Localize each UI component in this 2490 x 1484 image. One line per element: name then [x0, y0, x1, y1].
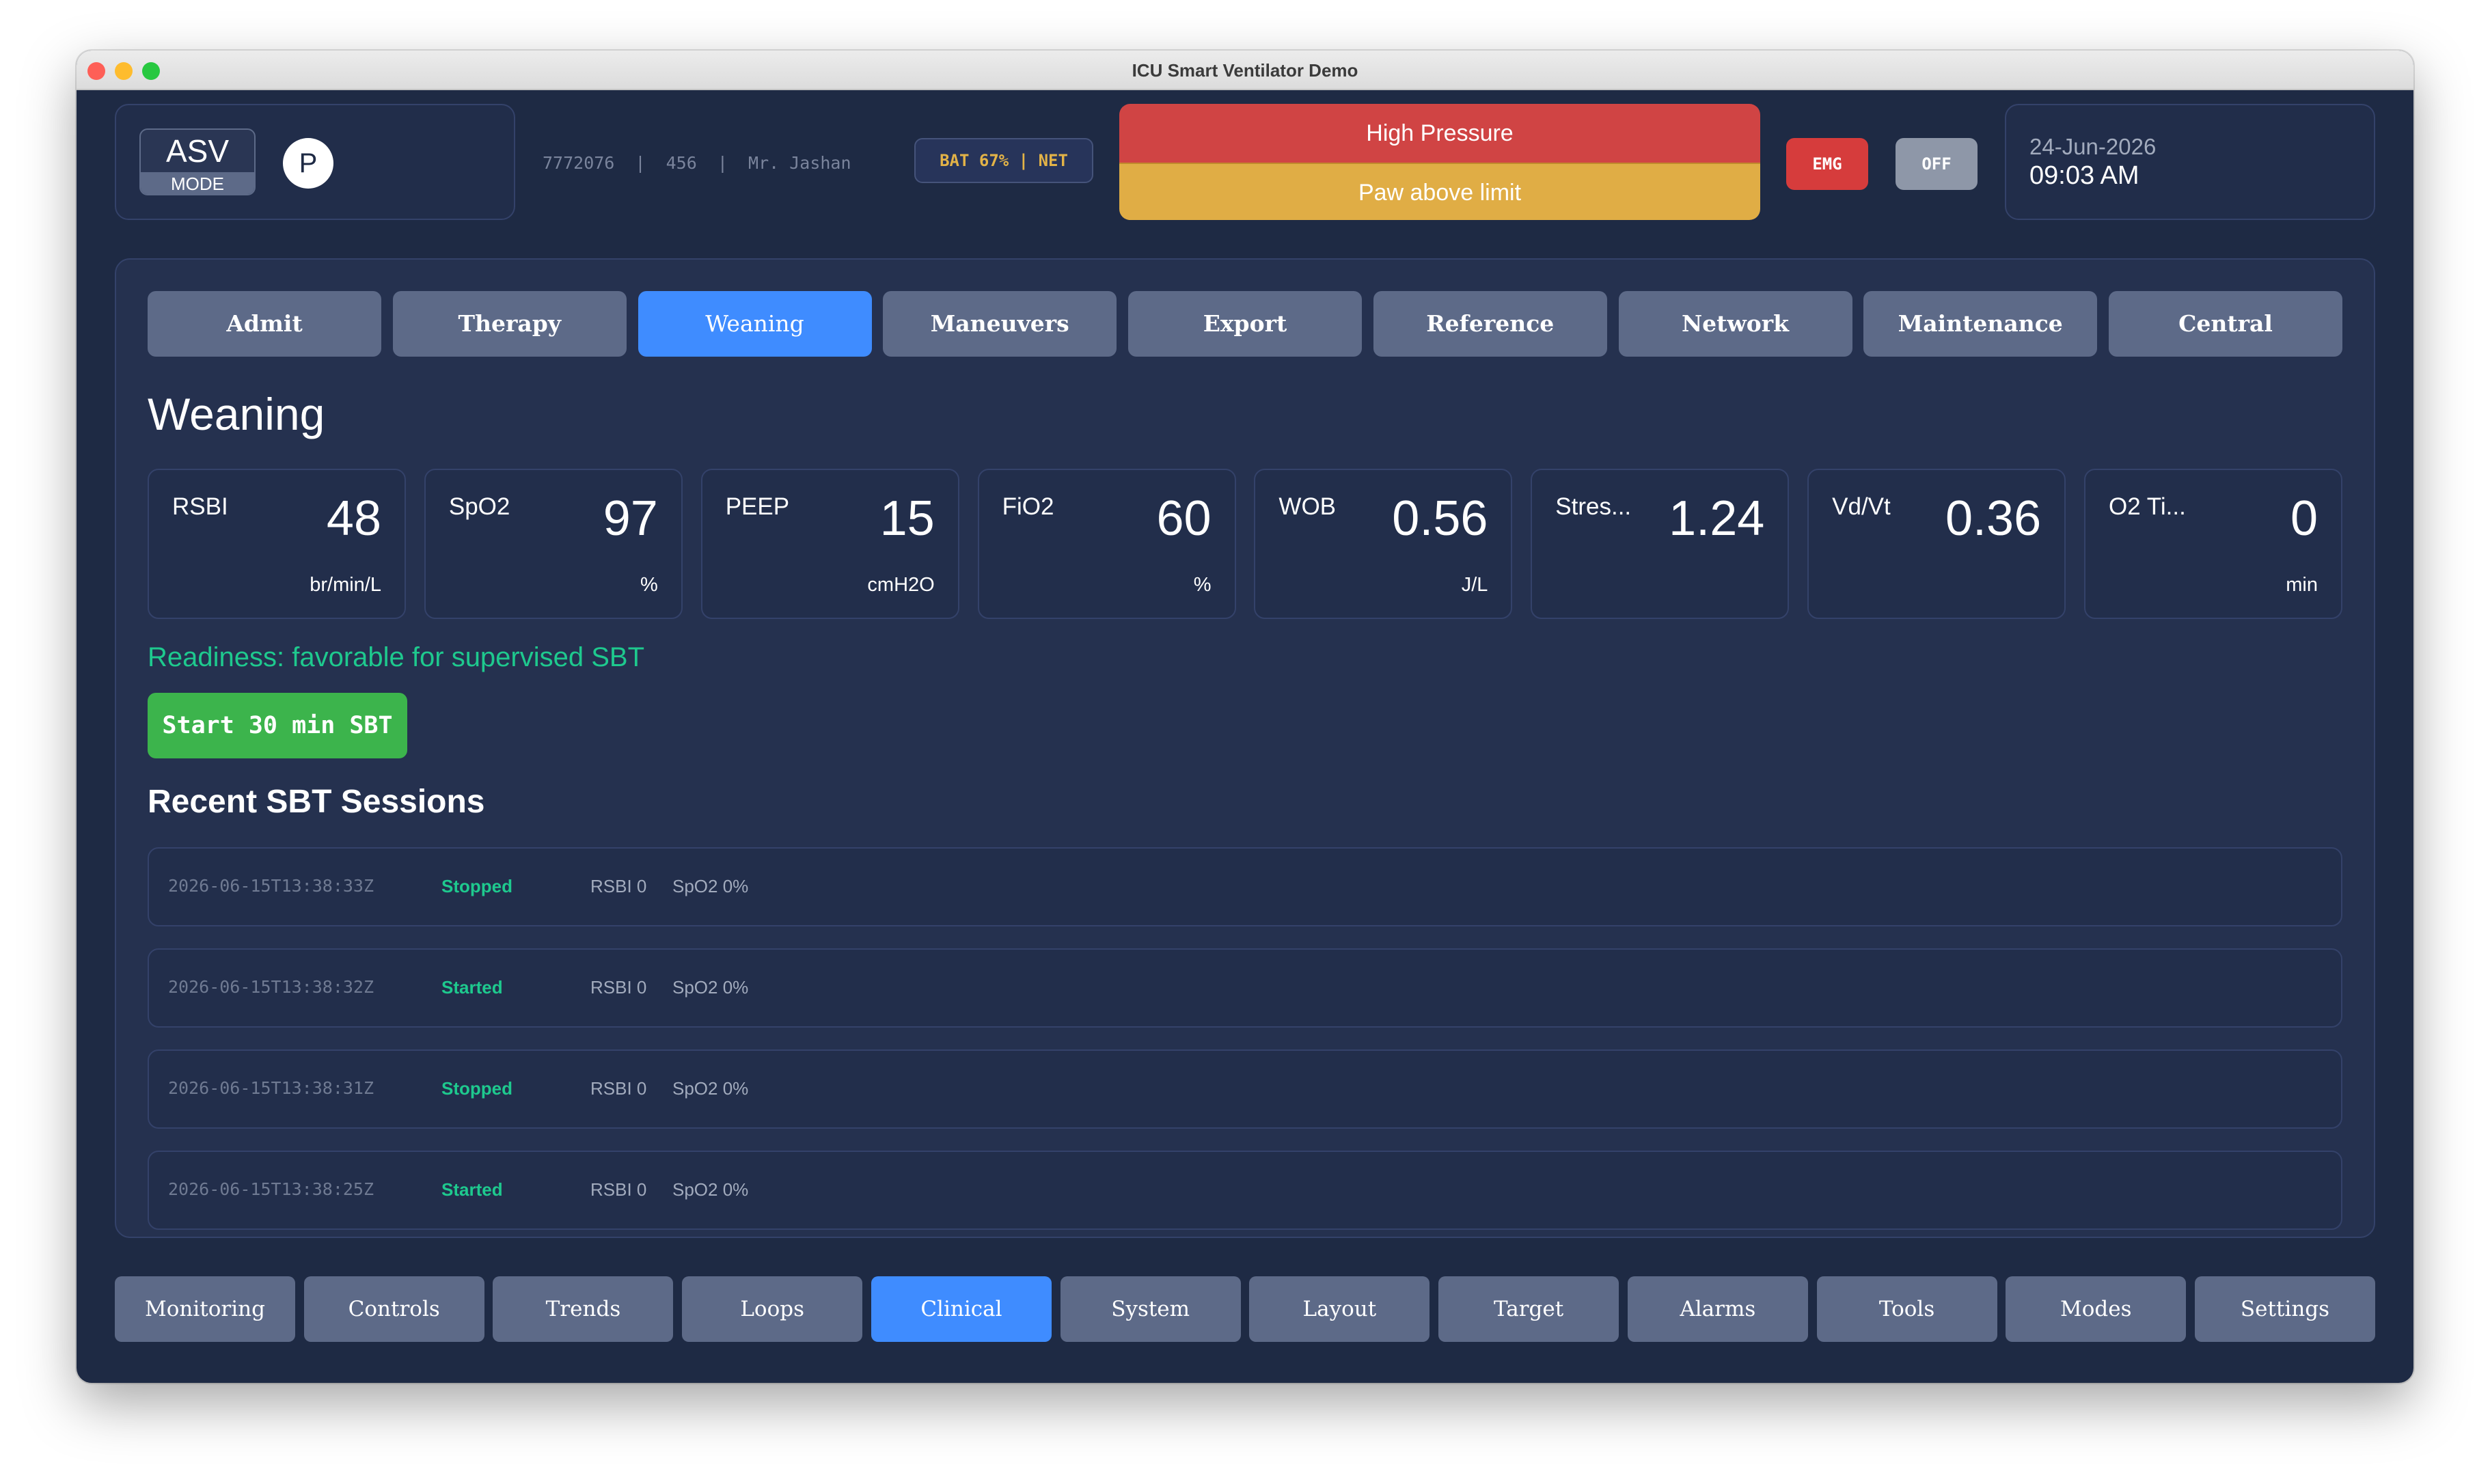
metric-name: SpO2	[448, 493, 510, 520]
tab-network[interactable]: Network	[1618, 291, 1852, 357]
nav-modes[interactable]: Modes	[2006, 1276, 2187, 1342]
session-status: Stopped	[441, 1078, 512, 1099]
session-rsbi: RSBI 0	[590, 977, 647, 998]
metric-name: O2 Ti...	[2109, 493, 2186, 520]
metric-card-vd-vt: Vd/Vt 0.36	[1807, 469, 2066, 619]
session-spo2: SpO2 0%	[672, 1078, 749, 1099]
metric-name: WOB	[1278, 493, 1337, 520]
nav-settings[interactable]: Settings	[2195, 1276, 2375, 1342]
metric-card-rsbi: RSBI 48 br/min/L	[148, 469, 406, 619]
session-status: Started	[441, 1179, 503, 1200]
battery-network-status: BAT 67% | NET	[914, 138, 1093, 183]
session-timestamp: 2026-06-15T13:38:25Z	[168, 1179, 374, 1199]
session-row[interactable]: 2026-06-15T13:38:25Z Started RSBI 0 SpO2…	[148, 1151, 2342, 1230]
nav-alarms[interactable]: Alarms	[1627, 1276, 1808, 1342]
nav-target[interactable]: Target	[1438, 1276, 1619, 1342]
mode-label: MODE	[141, 172, 254, 194]
nav-layout[interactable]: Layout	[1249, 1276, 1430, 1342]
session-row[interactable]: 2026-06-15T13:38:33Z Stopped RSBI 0 SpO2…	[148, 847, 2342, 926]
datetime-panel: 24-Jun-2026 09:03 AM	[2005, 104, 2375, 220]
metric-unit: %	[640, 574, 658, 596]
app-content: ASV MODE P 7772076 | 456 | Mr. Jashan BA…	[77, 90, 2413, 1383]
bottom-navigation: Monitoring Controls Trends Loops Clinica…	[115, 1276, 2375, 1342]
tab-weaning[interactable]: Weaning	[638, 291, 872, 357]
current-date: 24-Jun-2026	[2029, 134, 2157, 159]
nav-trends[interactable]: Trends	[493, 1276, 674, 1342]
emergency-button[interactable]: EMG	[1786, 138, 1868, 190]
metric-value: 15	[879, 491, 935, 546]
mode-code: ASV	[165, 133, 230, 169]
nav-loops[interactable]: Loops	[682, 1276, 863, 1342]
metric-value: 0.56	[1392, 491, 1488, 546]
section-title: Weaning	[148, 389, 325, 439]
metric-unit: min	[2286, 574, 2318, 596]
session-timestamp: 2026-06-15T13:38:32Z	[168, 977, 374, 997]
nav-monitoring[interactable]: Monitoring	[115, 1276, 295, 1342]
session-row[interactable]: 2026-06-15T13:38:32Z Started RSBI 0 SpO2…	[148, 948, 2342, 1028]
metric-value: 60	[1156, 491, 1212, 546]
clinical-panel: Admit Therapy Weaning Maneuvers Export R…	[115, 258, 2375, 1238]
mode-panel: ASV MODE P	[115, 104, 515, 220]
nav-clinical[interactable]: Clinical	[871, 1276, 1052, 1342]
metric-value: 0	[2290, 491, 2318, 546]
metric-card-wob: WOB 0.56 J/L	[1254, 469, 1513, 619]
session-timestamp: 2026-06-15T13:38:33Z	[168, 876, 374, 896]
tab-export[interactable]: Export	[1128, 291, 1362, 357]
session-timestamp: 2026-06-15T13:38:31Z	[168, 1078, 374, 1098]
session-status: Stopped	[441, 876, 512, 896]
tab-central[interactable]: Central	[2109, 291, 2342, 357]
patient-info: 7772076 | 456 | Mr. Jashan	[543, 153, 851, 173]
metric-value: 0.36	[1945, 491, 2042, 546]
metric-card-spo2: SpO2 97 %	[424, 469, 683, 619]
metric-name: RSBI	[172, 493, 228, 520]
metric-card-peep: PEEP 15 cmH2O	[700, 469, 959, 619]
tab-therapy[interactable]: Therapy	[392, 291, 627, 357]
metric-name: Stres...	[1555, 493, 1632, 520]
title-bar: ICU Smart Ventilator Demo	[77, 51, 2413, 90]
session-rsbi: RSBI 0	[590, 1179, 647, 1200]
alarm-primary: High Pressure	[1119, 104, 1760, 163]
window-title: ICU Smart Ventilator Demo	[1132, 60, 1358, 81]
mode-badge[interactable]: ASV MODE	[139, 128, 256, 195]
tab-maintenance[interactable]: Maintenance	[1863, 291, 2098, 357]
metric-unit: br/min/L	[310, 574, 381, 596]
metric-unit: cmH2O	[867, 574, 935, 596]
nav-system[interactable]: System	[1060, 1276, 1241, 1342]
metric-card-o2-time: O2 Ti... 0 min	[2084, 469, 2342, 619]
metrics-row: RSBI 48 br/min/L SpO2 97 % PEEP 15 cmH2O…	[148, 469, 2342, 619]
metric-name: FiO2	[1002, 493, 1054, 520]
session-status: Started	[441, 977, 503, 998]
alarm-secondary: Paw above limit	[1119, 163, 1760, 220]
metric-value: 1.24	[1669, 491, 1765, 546]
session-row[interactable]: 2026-06-15T13:38:31Z Stopped RSBI 0 SpO2…	[148, 1049, 2342, 1129]
session-rsbi: RSBI 0	[590, 1078, 647, 1099]
recent-sessions-title: Recent SBT Sessions	[148, 784, 485, 820]
metric-unit: %	[1193, 574, 1212, 596]
alarm-banner[interactable]: High Pressure Paw above limit	[1119, 104, 1760, 220]
session-rsbi: RSBI 0	[590, 876, 647, 896]
metric-name: PEEP	[725, 493, 790, 520]
metric-name: Vd/Vt	[1832, 493, 1891, 520]
app-window: ICU Smart Ventilator Demo ASV MODE P 777…	[77, 51, 2413, 1383]
start-sbt-button[interactable]: Start 30 min SBT	[148, 693, 407, 758]
metric-value: 97	[603, 491, 658, 546]
nav-tools[interactable]: Tools	[1816, 1276, 1997, 1342]
metric-card-fio2: FiO2 60 %	[977, 469, 1236, 619]
tab-admit[interactable]: Admit	[148, 291, 381, 357]
current-time: 09:03 AM	[2029, 161, 2139, 190]
metric-card-stress-index: Stres... 1.24	[1531, 469, 1790, 619]
session-spo2: SpO2 0%	[672, 876, 749, 896]
metric-value: 48	[326, 491, 381, 546]
off-button[interactable]: OFF	[1896, 138, 1978, 190]
session-spo2: SpO2 0%	[672, 977, 749, 998]
session-spo2: SpO2 0%	[672, 1179, 749, 1200]
tab-reference[interactable]: Reference	[1373, 291, 1607, 357]
pressure-indicator: P	[283, 138, 333, 189]
metric-unit: J/L	[1461, 574, 1488, 596]
tab-maneuvers[interactable]: Maneuvers	[883, 291, 1117, 357]
nav-controls[interactable]: Controls	[303, 1276, 484, 1342]
readiness-status: Readiness: favorable for supervised SBT	[148, 642, 645, 672]
clinical-tabs: Admit Therapy Weaning Maneuvers Export R…	[148, 291, 2342, 357]
